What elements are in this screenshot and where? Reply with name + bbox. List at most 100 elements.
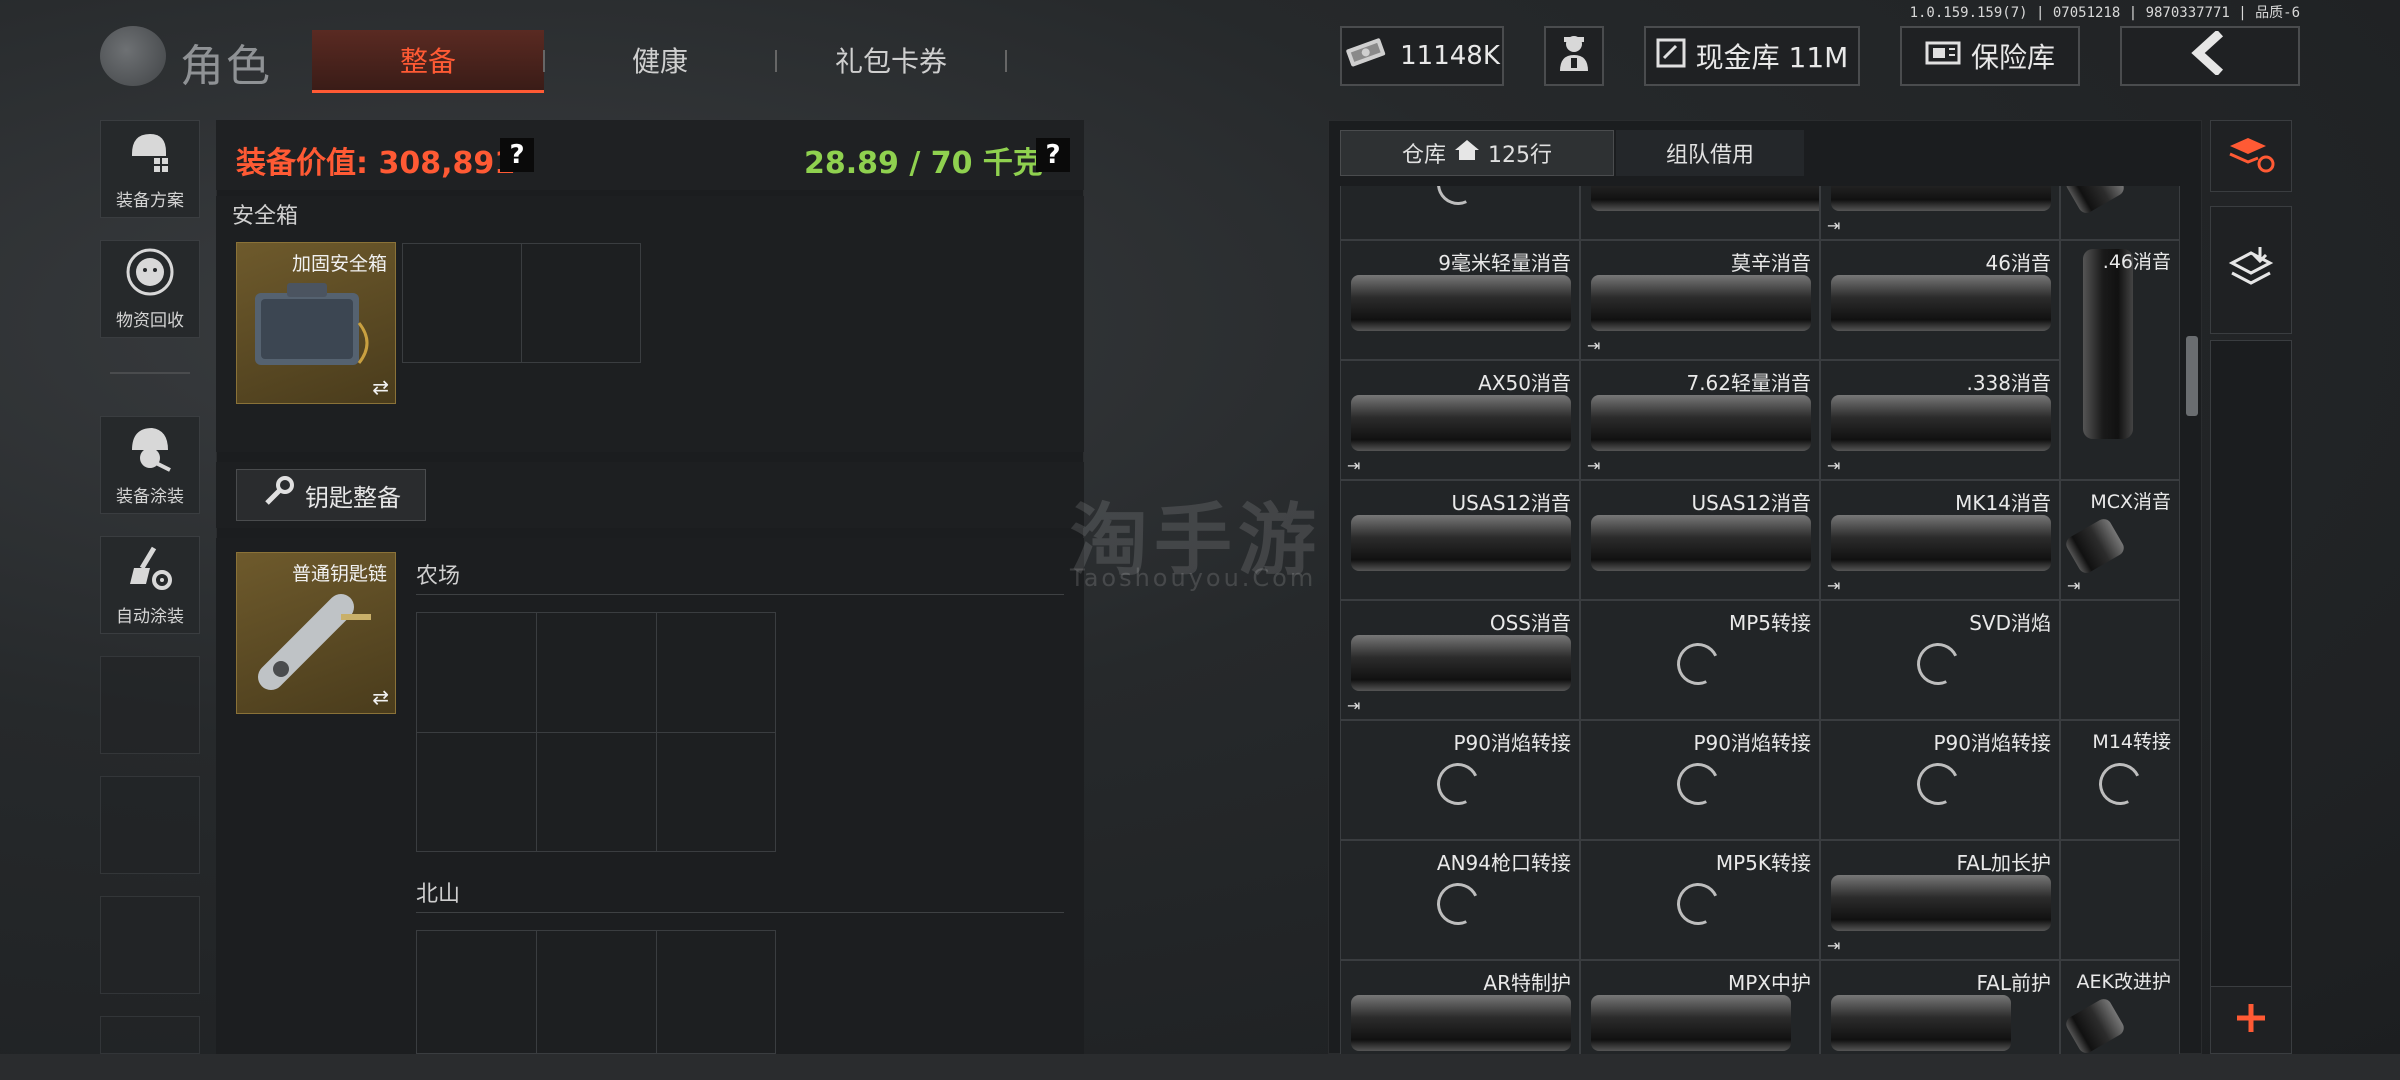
trader-button[interactable] [1544, 26, 1604, 86]
right-column [2210, 340, 2292, 1054]
warehouse-item-slot[interactable]: AEK改进护 [2060, 960, 2180, 1056]
tab-separator [775, 50, 777, 72]
loading-spinner-icon [1431, 186, 1485, 211]
warehouse-item-slot[interactable]: .338消音 ⇥ [1820, 360, 2060, 480]
gear-value-help-button[interactable]: ? [500, 138, 534, 172]
warehouse-item-slot[interactable]: 46消音 [1820, 240, 2060, 360]
key-slot[interactable] [656, 732, 776, 852]
key-slot[interactable] [536, 612, 657, 733]
warehouse-item-slot[interactable]: FAL前护 [1820, 960, 2060, 1056]
key-slot[interactable] [416, 930, 537, 1054]
suppressor-image [2063, 186, 2127, 216]
warehouse-item-slot[interactable]: .46消音 [2060, 240, 2180, 480]
tab-warehouse[interactable]: 仓库 125行 [1340, 130, 1614, 176]
warehouse-item-slot[interactable]: AN94枪口转接 [1340, 840, 1580, 960]
warehouse-item-slot[interactable]: AR特制护 [1340, 960, 1580, 1056]
safe-icon [1925, 39, 1961, 74]
warehouse-item-slot[interactable]: FAL加长护 ⇥ [1820, 840, 2060, 960]
item-name: AEK改进护 [2076, 971, 2171, 993]
sidebar-item-label: 装备涂装 [116, 487, 184, 507]
safe-box-item[interactable]: 加固安全箱 ⇄ [236, 242, 396, 404]
warehouse-item-slot[interactable]: MPX中护 [1580, 960, 1820, 1056]
soldier-icon [1556, 33, 1592, 80]
suppressor-image [1351, 635, 1571, 691]
key-slot[interactable] [416, 732, 537, 852]
key-slot[interactable] [536, 732, 657, 852]
tab-team-borrow[interactable]: 组队借用 [1616, 130, 1804, 176]
loading-spinner-icon [1671, 757, 1725, 811]
swap-icon[interactable]: ⇄ [372, 375, 389, 399]
sidebar-item-auto-skin[interactable]: 自动涂装 [100, 536, 200, 634]
warehouse-item-slot[interactable] [2060, 186, 2180, 240]
key-slot[interactable] [536, 930, 657, 1054]
warehouse-item-slot[interactable]: SVD消焰 [1820, 600, 2060, 720]
key-slot[interactable] [416, 612, 537, 733]
warehouse-item-slot[interactable]: 9毫米轻量消音 [1340, 240, 1580, 360]
warehouse-scrollbar[interactable] [2186, 336, 2198, 416]
warehouse-item-slot[interactable]: P90消焰转接 [1820, 720, 2060, 840]
sidebar-item-gear-skin[interactable]: 装备涂装 [100, 416, 200, 514]
layers-refresh-icon [2226, 134, 2276, 178]
plus-icon [2234, 1001, 2268, 1039]
loading-spinner-icon [1431, 757, 1485, 811]
warehouse-item-slot[interactable]: MCX消音 ⇥ [2060, 480, 2180, 600]
safe-box-slot[interactable] [521, 243, 641, 363]
suppressor-image [1831, 875, 2051, 931]
item-name: AN94枪口转接 [1436, 851, 1571, 875]
warehouse-item-slot[interactable]: ⇥ [1820, 186, 2060, 240]
filter-button[interactable] [2210, 206, 2292, 334]
cash-vault-label: 现金库 11M [1695, 41, 1849, 74]
warehouse-item-slot[interactable]: OSS消音 ⇥ [1340, 600, 1580, 720]
loading-spinner-icon [1911, 757, 1965, 811]
back-button[interactable] [2120, 26, 2300, 86]
key-slot[interactable] [656, 930, 776, 1054]
item-name: 7.62轻量消音 [1686, 371, 1811, 395]
warehouse-item-slot[interactable]: AX50消音 ⇥ [1340, 360, 1580, 480]
warehouse-item-slot[interactable] [1340, 186, 1580, 240]
sidebar-item-loadout-plan[interactable]: 装备方案 [100, 120, 200, 218]
warehouse-item-slot[interactable]: P90消焰转接 [1340, 720, 1580, 840]
warehouse-item-slot[interactable]: USAS12消音 [1340, 480, 1580, 600]
warehouse-item-slot[interactable]: 莫辛消音 ⇥ [1580, 240, 1820, 360]
safe-box-slot[interactable] [402, 243, 522, 363]
sidebar-empty-slot [100, 776, 200, 874]
tab-gift-coupons[interactable]: 礼包卡券 [778, 30, 1004, 90]
tab-health[interactable]: 健康 [546, 30, 774, 90]
weight-help-button[interactable]: ? [1036, 138, 1070, 172]
tab-separator [1005, 50, 1007, 72]
warehouse-item-slot[interactable]: P90消焰转接 [1580, 720, 1820, 840]
tab-gear[interactable]: 整备 [312, 30, 544, 93]
sidebar-item-label: 自动涂装 [116, 607, 184, 627]
swap-icon[interactable]: ⇄ [372, 685, 389, 709]
insurance-vault-button[interactable]: 保险库 [1900, 26, 2080, 86]
key-loadout-button[interactable]: 钥匙整备 [236, 469, 426, 521]
warehouse-item-slot[interactable]: M14转接 [2060, 720, 2180, 840]
warehouse-item-slot[interactable]: MP5转接 [1580, 600, 1820, 720]
warehouse-item-slot[interactable] [2060, 600, 2180, 720]
suppressor-image [2083, 249, 2133, 439]
suppressor-image [1351, 995, 1571, 1051]
keychain-item[interactable]: 普通钥匙链 ⇄ [236, 552, 396, 714]
sort-button[interactable] [2210, 120, 2292, 192]
money-amount: 11148K [1400, 41, 1500, 71]
item-name: 46消音 [1985, 251, 2051, 275]
cash-vault-button[interactable]: 现金库 11M [1644, 26, 1860, 86]
item-name: 莫辛消音 [1731, 251, 1811, 275]
warehouse-item-slot[interactable] [1580, 186, 1820, 240]
add-button[interactable] [2210, 986, 2292, 1054]
item-name: MP5转接 [1728, 611, 1811, 635]
watermark-url: Taoshouyou.Com [1070, 564, 1317, 592]
warehouse-item-slot[interactable]: MK14消音 ⇥ [1820, 480, 2060, 600]
sidebar-item-recycle[interactable]: 物资回收 [100, 240, 200, 338]
item-name: 9毫米轻量消音 [1438, 251, 1571, 275]
key-slot[interactable] [656, 612, 776, 733]
warehouse-item-slot[interactable] [2060, 840, 2180, 960]
key-loadout-label: 钥匙整备 [305, 483, 401, 512]
suppressor-image [1351, 395, 1571, 451]
gear-value: 装备价值: 308,891 [236, 146, 516, 181]
money-display[interactable]: 11148K [1340, 26, 1504, 86]
warehouse-item-slot[interactable]: MP5K转接 [1580, 840, 1820, 960]
warehouse-item-slot[interactable]: 7.62轻量消音 ⇥ [1580, 360, 1820, 480]
warehouse-item-slot[interactable]: USAS12消音 [1580, 480, 1820, 600]
item-name: AX50消音 [1478, 371, 1571, 395]
